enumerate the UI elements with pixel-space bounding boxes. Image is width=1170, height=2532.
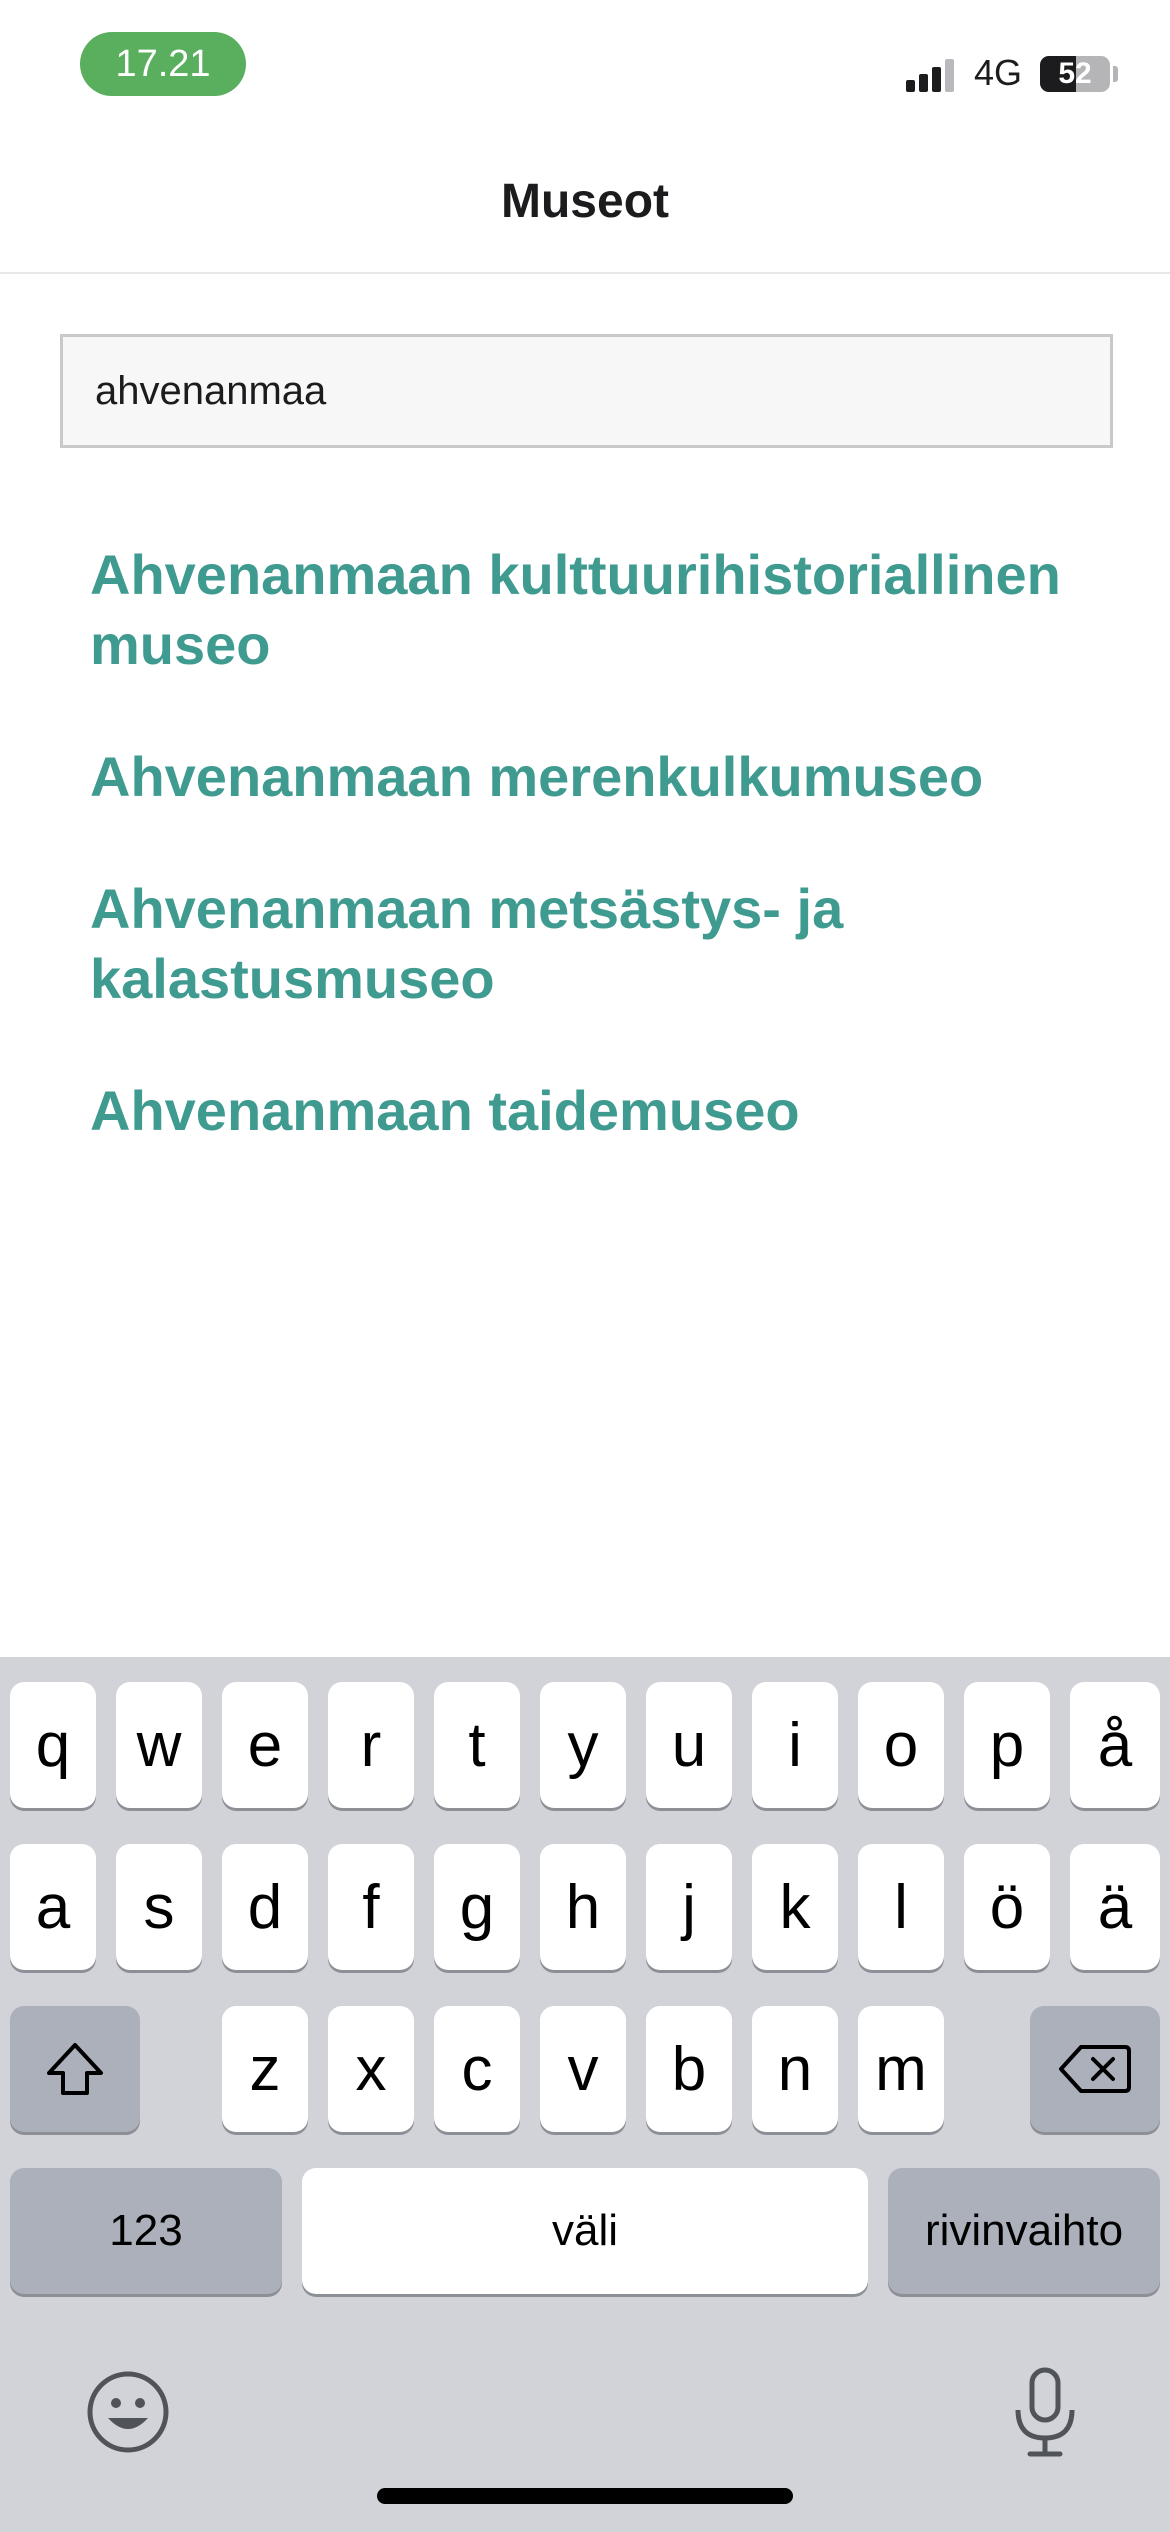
emoji-key[interactable] xyxy=(86,2370,170,2454)
key-b[interactable]: b xyxy=(646,2006,732,2132)
key-k[interactable]: k xyxy=(752,1844,838,1970)
key-o-umlaut[interactable]: ö xyxy=(964,1844,1050,1970)
result-item[interactable]: Ahvenanmaan kulttuurihistoriallinen muse… xyxy=(90,540,1090,680)
key-v[interactable]: v xyxy=(540,2006,626,2132)
key-s[interactable]: s xyxy=(116,1844,202,1970)
key-o[interactable]: o xyxy=(858,1682,944,1808)
cellular-signal-icon xyxy=(906,58,958,92)
dictation-key[interactable] xyxy=(1010,2366,1080,2460)
key-a[interactable]: a xyxy=(10,1844,96,1970)
network-type: 4G xyxy=(974,52,1023,93)
key-z[interactable]: z xyxy=(222,2006,308,2132)
numbers-key[interactable]: 123 xyxy=(10,2168,282,2294)
key-g[interactable]: g xyxy=(434,1844,520,1970)
key-t[interactable]: t xyxy=(434,1682,520,1808)
key-u[interactable]: u xyxy=(646,1682,732,1808)
key-h[interactable]: h xyxy=(540,1844,626,1970)
key-y[interactable]: y xyxy=(540,1682,626,1808)
key-j[interactable]: j xyxy=(646,1844,732,1970)
results-list: Ahvenanmaan kulttuurihistoriallinen muse… xyxy=(90,540,1090,1208)
return-key[interactable]: rivinvaihto xyxy=(888,2168,1160,2294)
result-item[interactable]: Ahvenanmaan taidemuseo xyxy=(90,1076,1090,1146)
backspace-key[interactable] xyxy=(1030,2006,1160,2132)
result-item[interactable]: Ahvenanmaan metsästys- ja kalastusmuseo xyxy=(90,874,1090,1014)
key-w[interactable]: w xyxy=(116,1682,202,1808)
page-title: Museot xyxy=(501,174,669,228)
emoji-icon xyxy=(87,2371,169,2453)
key-d[interactable]: d xyxy=(222,1844,308,1970)
result-item[interactable]: Ahvenanmaan merenkulkumuseo xyxy=(90,742,1090,812)
key-p[interactable]: p xyxy=(964,1682,1050,1808)
status-bar: 17.21 4G 52 xyxy=(0,0,1170,130)
key-m[interactable]: m xyxy=(858,2006,944,2132)
shift-icon xyxy=(47,2043,103,2095)
search-input[interactable] xyxy=(95,368,1110,414)
battery-cap xyxy=(1113,66,1118,82)
battery-percent: 52 xyxy=(1058,57,1092,90)
key-e[interactable]: e xyxy=(222,1682,308,1808)
search-field[interactable] xyxy=(60,334,1113,448)
key-q[interactable]: q xyxy=(10,1682,96,1808)
key-l[interactable]: l xyxy=(858,1844,944,1970)
space-key[interactable]: väli xyxy=(302,2168,868,2294)
status-time: 17.21 xyxy=(80,32,246,96)
microphone-icon xyxy=(1015,2367,1075,2457)
nav-bar: Museot xyxy=(0,130,1170,274)
key-a-ring[interactable]: å xyxy=(1070,1682,1160,1808)
key-a-umlaut[interactable]: ä xyxy=(1070,1844,1160,1970)
key-f[interactable]: f xyxy=(328,1844,414,1970)
key-i[interactable]: i xyxy=(752,1682,838,1808)
key-r[interactable]: r xyxy=(328,1682,414,1808)
backspace-icon xyxy=(1059,2045,1131,2093)
shift-key[interactable] xyxy=(10,2006,140,2132)
key-x[interactable]: x xyxy=(328,2006,414,2132)
home-indicator[interactable] xyxy=(377,2488,793,2504)
key-c[interactable]: c xyxy=(434,2006,520,2132)
battery-icon: 52 xyxy=(1040,56,1110,92)
key-n[interactable]: n xyxy=(752,2006,838,2132)
